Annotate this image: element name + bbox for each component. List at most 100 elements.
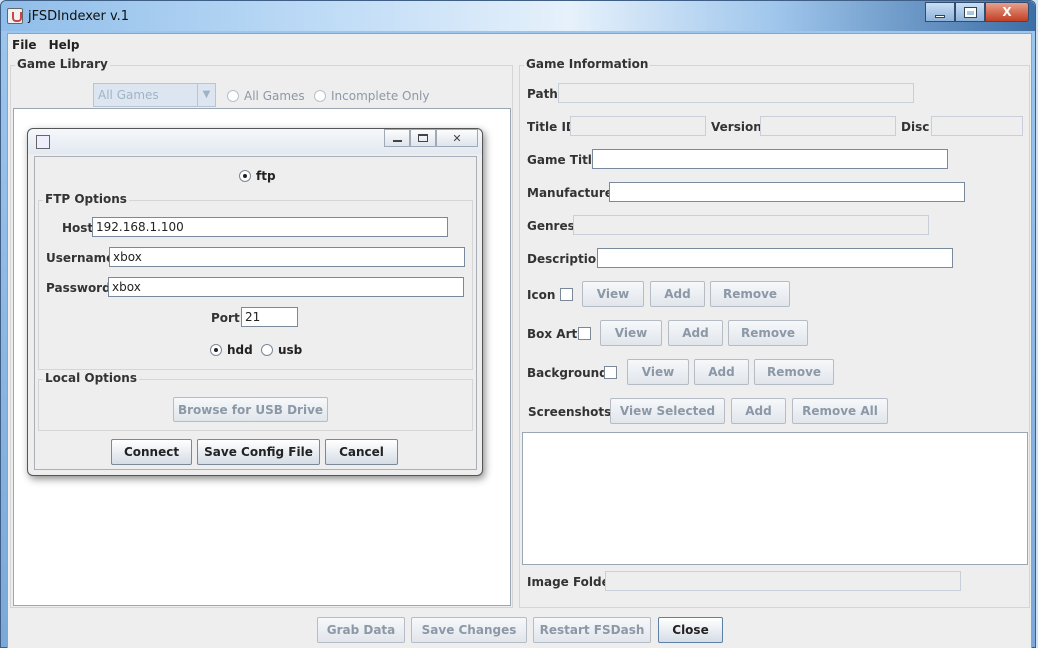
library-filter-combo[interactable]: All Games ▼ [93,83,216,107]
box-art-view-button[interactable]: View [600,320,662,346]
disc-label: Disc [901,120,930,134]
screenshots-list[interactable] [522,432,1028,565]
connect-button[interactable]: Connect [111,439,192,465]
path-label: Path [527,87,558,101]
browse-usb-button[interactable]: Browse for USB Drive [173,397,328,422]
disc-field [931,116,1023,136]
port-input[interactable] [241,307,298,327]
radio-hdd-dot [210,344,222,356]
box-art-add-button[interactable]: Add [668,320,723,346]
password-text[interactable] [109,278,463,296]
manufacturer-text[interactable] [610,183,964,201]
dialog-title-bar[interactable]: ✕ [28,129,482,154]
host-input[interactable] [92,217,448,237]
icon-label: Icon [527,288,556,302]
radio-all-games-label: All Games [244,89,305,103]
filter-combo-value: All Games [98,88,159,102]
icon-remove-button[interactable]: Remove [710,281,790,307]
game-title-input[interactable] [592,149,948,169]
minimize-button[interactable] [925,2,955,22]
radio-usb-label: usb [278,343,303,357]
image-folder-field [605,571,961,591]
java-app-icon [36,135,50,149]
username-text[interactable] [110,248,464,266]
background-remove-button[interactable]: Remove [754,359,834,385]
background-add-button[interactable]: Add [694,359,749,385]
view-selected-button[interactable]: View Selected [610,398,725,424]
game-info-panel: Game Information Path Title ID Version D… [519,57,1030,608]
save-config-button[interactable]: Save Config File [197,439,320,465]
ftp-options-group: FTP Options Host Username Password Port … [38,192,473,370]
remove-all-button[interactable]: Remove All [792,398,888,424]
radio-hdd[interactable]: hdd [210,343,253,357]
menu-file[interactable]: File [12,38,37,52]
background-checkbox[interactable] [604,366,617,379]
box-art-checkbox[interactable] [578,327,591,340]
description-text[interactable] [598,249,952,267]
minimize-icon [392,140,402,142]
password-label: Password [46,281,111,295]
username-input[interactable] [109,247,465,267]
icon-view-button[interactable]: View [582,281,644,307]
image-folder-label: Image Folder [527,575,616,589]
version-label: Version [711,120,762,134]
title-bar[interactable]: jFSDIndexer v.1 X [1,1,1035,31]
dialog-minimize-button[interactable] [384,129,410,147]
minimize-icon [935,14,945,18]
save-changes-button[interactable]: Save Changes [411,617,527,643]
radio-usb-dot [261,344,273,356]
port-label: Port [211,311,240,325]
radio-incomplete-dot [314,90,326,102]
password-input[interactable] [108,277,464,297]
port-text[interactable] [242,308,297,326]
manufacturer-input[interactable] [609,182,965,202]
close-button[interactable]: Close [658,617,723,643]
grab-data-button[interactable]: Grab Data [317,617,405,643]
restart-fsdash-button[interactable]: Restart FSDash [533,617,651,643]
screenshots-label: Screenshots [528,405,612,419]
icon-checkbox[interactable] [560,288,573,301]
background-view-button[interactable]: View [627,359,689,385]
ftp-dialog: ✕ ftp FTP Options Host Username Password… [27,128,483,476]
menu-bar: File Help [8,34,1031,56]
screenshots-add-button[interactable]: Add [731,398,786,424]
menu-help[interactable]: Help [49,38,80,52]
game-title-label: Game Title [527,153,601,167]
close-icon: X [1002,5,1012,19]
manufacturer-label: Manufacturer [527,186,619,200]
game-info-title: Game Information [524,57,651,71]
radio-incomplete[interactable]: Incomplete Only [314,89,430,103]
window-title: jFSDIndexer v.1 [28,9,130,24]
game-title-text[interactable] [593,150,947,168]
maximize-icon [418,134,428,142]
radio-incomplete-label: Incomplete Only [331,89,430,103]
local-options-title: Local Options [43,371,139,385]
box-art-remove-button[interactable]: Remove [728,320,808,346]
genres-field [573,215,929,235]
maximize-button[interactable] [955,2,985,22]
host-label: Host [62,221,94,235]
title-id-field [570,116,706,136]
title-id-label: Title ID [527,120,576,134]
description-input[interactable] [597,248,953,268]
cancel-button[interactable]: Cancel [325,439,398,465]
dialog-close-button[interactable]: ✕ [436,129,478,147]
description-label: Description [527,252,605,266]
close-window-button[interactable]: X [985,2,1029,22]
chevron-down-icon: ▼ [197,84,215,106]
radio-ftp-label: ftp [256,169,276,183]
radio-ftp[interactable]: ftp [239,169,276,183]
host-text[interactable] [93,218,447,236]
ftp-options-title: FTP Options [43,192,129,206]
radio-usb[interactable]: usb [261,343,302,357]
dialog-body: ftp FTP Options Host Username Password P… [34,156,477,470]
box-art-label: Box Art [527,327,578,341]
local-options-group: Local Options Browse for USB Drive [38,371,473,431]
version-field [760,116,896,136]
dialog-maximize-button[interactable] [410,129,436,147]
icon-add-button[interactable]: Add [650,281,705,307]
path-field [558,83,914,103]
maximize-icon [963,6,977,18]
radio-all-games[interactable]: All Games [227,89,305,103]
radio-hdd-label: hdd [227,343,253,357]
